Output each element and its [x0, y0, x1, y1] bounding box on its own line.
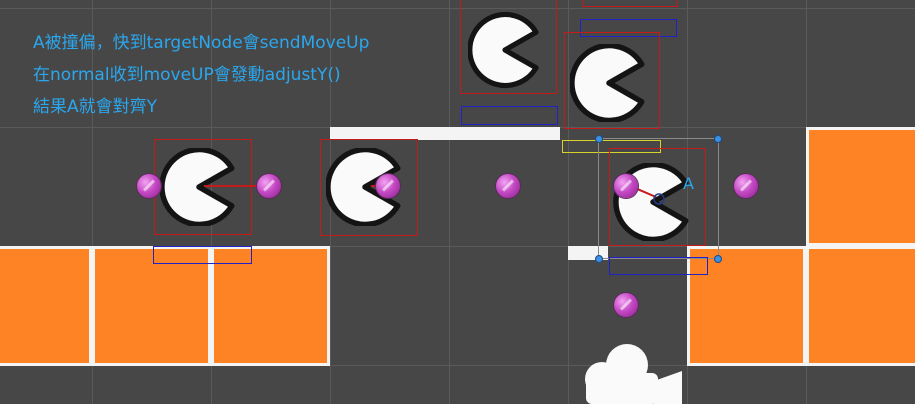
- annotation-line-3: 結果A就會對齊Y: [33, 97, 158, 117]
- orange-wall-tile[interactable]: [806, 246, 915, 366]
- waypoint-orb-icon[interactable]: [614, 293, 638, 317]
- scene-view[interactable]: A A被撞偏，快到targetNode會sendMoveUp 在normal收到…: [0, 0, 915, 404]
- waypoint-orb-icon[interactable]: [734, 174, 758, 198]
- annotation-line-2: 在normal收到moveUP會發動adjustY(): [33, 65, 341, 85]
- handle-icon[interactable]: [714, 135, 722, 143]
- waypoint-orb-icon[interactable]: [496, 174, 520, 198]
- waypoint-orb-icon[interactable]: [137, 174, 161, 198]
- handle-icon[interactable]: [595, 255, 603, 263]
- grid-line: [449, 0, 450, 404]
- waypoint-orb-icon[interactable]: [376, 174, 400, 198]
- orange-wall-tile[interactable]: [92, 246, 211, 366]
- orange-wall-tile[interactable]: [806, 127, 915, 246]
- pacman-sprite-icon[interactable]: [570, 44, 648, 122]
- annotation-line-1: A被撞偏，快到targetNode會sendMoveUp: [33, 33, 370, 53]
- handle-icon[interactable]: [714, 255, 722, 263]
- handle-icon[interactable]: [595, 135, 603, 143]
- orange-wall-tile[interactable]: [211, 246, 330, 366]
- grid-line: [0, 8, 915, 9]
- orange-wall-tile[interactable]: [0, 246, 92, 366]
- node-label-a: A: [683, 174, 694, 193]
- waypoint-orb-icon[interactable]: [257, 174, 281, 198]
- pacman-sprite-icon[interactable]: [600, 0, 650, 8]
- camera-gizmo-icon[interactable]: [580, 343, 684, 404]
- trigger-box[interactable]: [153, 246, 252, 264]
- waypoint-orb-icon[interactable]: [614, 174, 638, 198]
- pacman-sprite-icon[interactable]: [468, 8, 542, 92]
- trigger-box[interactable]: [609, 257, 708, 275]
- trigger-box[interactable]: [461, 106, 558, 125]
